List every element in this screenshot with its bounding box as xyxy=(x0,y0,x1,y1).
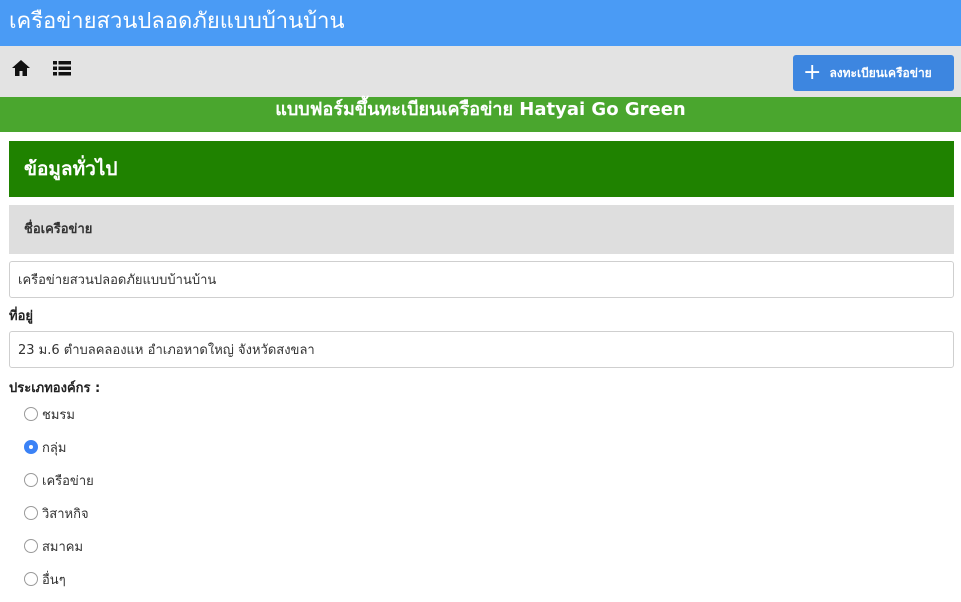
page: เครือข่ายสวนปลอดภัยแบบบ้านบ้าน + ลงทะเบี… xyxy=(0,0,961,602)
radio-button[interactable] xyxy=(24,539,38,553)
radio-label: วิสาหกิจ xyxy=(42,506,89,522)
radio-label: ชมรม xyxy=(42,407,75,423)
form-banner: แบบฟอร์มขึ้นทะเบียนเครือข่าย Hatyai Go G… xyxy=(0,97,961,132)
radio-button[interactable] xyxy=(24,506,38,520)
radio-button-checked[interactable] xyxy=(24,440,38,454)
org-type-option-network[interactable]: เครือข่าย xyxy=(24,470,94,490)
app-title-bar: เครือข่ายสวนปลอดภัยแบบบ้านบ้าน xyxy=(0,0,961,46)
radio-label: กลุ่ม xyxy=(42,440,67,456)
radio-button[interactable] xyxy=(24,572,38,586)
org-type-label: ประเภทองค์กร : xyxy=(9,381,101,396)
list-icon[interactable] xyxy=(50,58,74,78)
network-name-label-text: ชื่อเครือข่าย xyxy=(24,222,93,237)
org-type-option-enterprise[interactable]: วิสาหกิจ xyxy=(24,503,89,523)
org-type-option-group[interactable]: กลุ่ม xyxy=(24,437,66,457)
section-header-general: ข้อมูลทั่วไป xyxy=(9,141,954,197)
app-title: เครือข่ายสวนปลอดภัยแบบบ้านบ้าน xyxy=(9,9,345,34)
address-label: ที่อยู่ xyxy=(9,309,33,324)
radio-button[interactable] xyxy=(24,407,38,421)
section-title: ข้อมูลทั่วไป xyxy=(24,158,118,180)
network-name-input[interactable] xyxy=(9,261,954,298)
radio-label: สมาคม xyxy=(42,539,84,555)
home-icon[interactable] xyxy=(9,58,33,78)
network-name-label: ชื่อเครือข่าย xyxy=(9,205,954,254)
plus-icon: + xyxy=(803,60,822,85)
navbar: + ลงทะเบียนเครือข่าย xyxy=(0,46,961,97)
register-network-button[interactable]: + ลงทะเบียนเครือข่าย xyxy=(793,55,954,91)
org-type-option-other[interactable]: อื่นๆ xyxy=(24,569,66,589)
address-input[interactable] xyxy=(9,331,954,368)
form-title: แบบฟอร์มขึ้นทะเบียนเครือข่าย Hatyai Go G… xyxy=(275,99,686,120)
register-button-label: ลงทะเบียนเครือข่าย xyxy=(829,65,932,80)
org-type-option-association[interactable]: สมาคม xyxy=(24,536,83,556)
radio-label: เครือข่าย xyxy=(42,473,94,489)
radio-label: อื่นๆ xyxy=(42,572,66,588)
org-type-option-club[interactable]: ชมรม xyxy=(24,404,75,424)
radio-button[interactable] xyxy=(24,473,38,487)
